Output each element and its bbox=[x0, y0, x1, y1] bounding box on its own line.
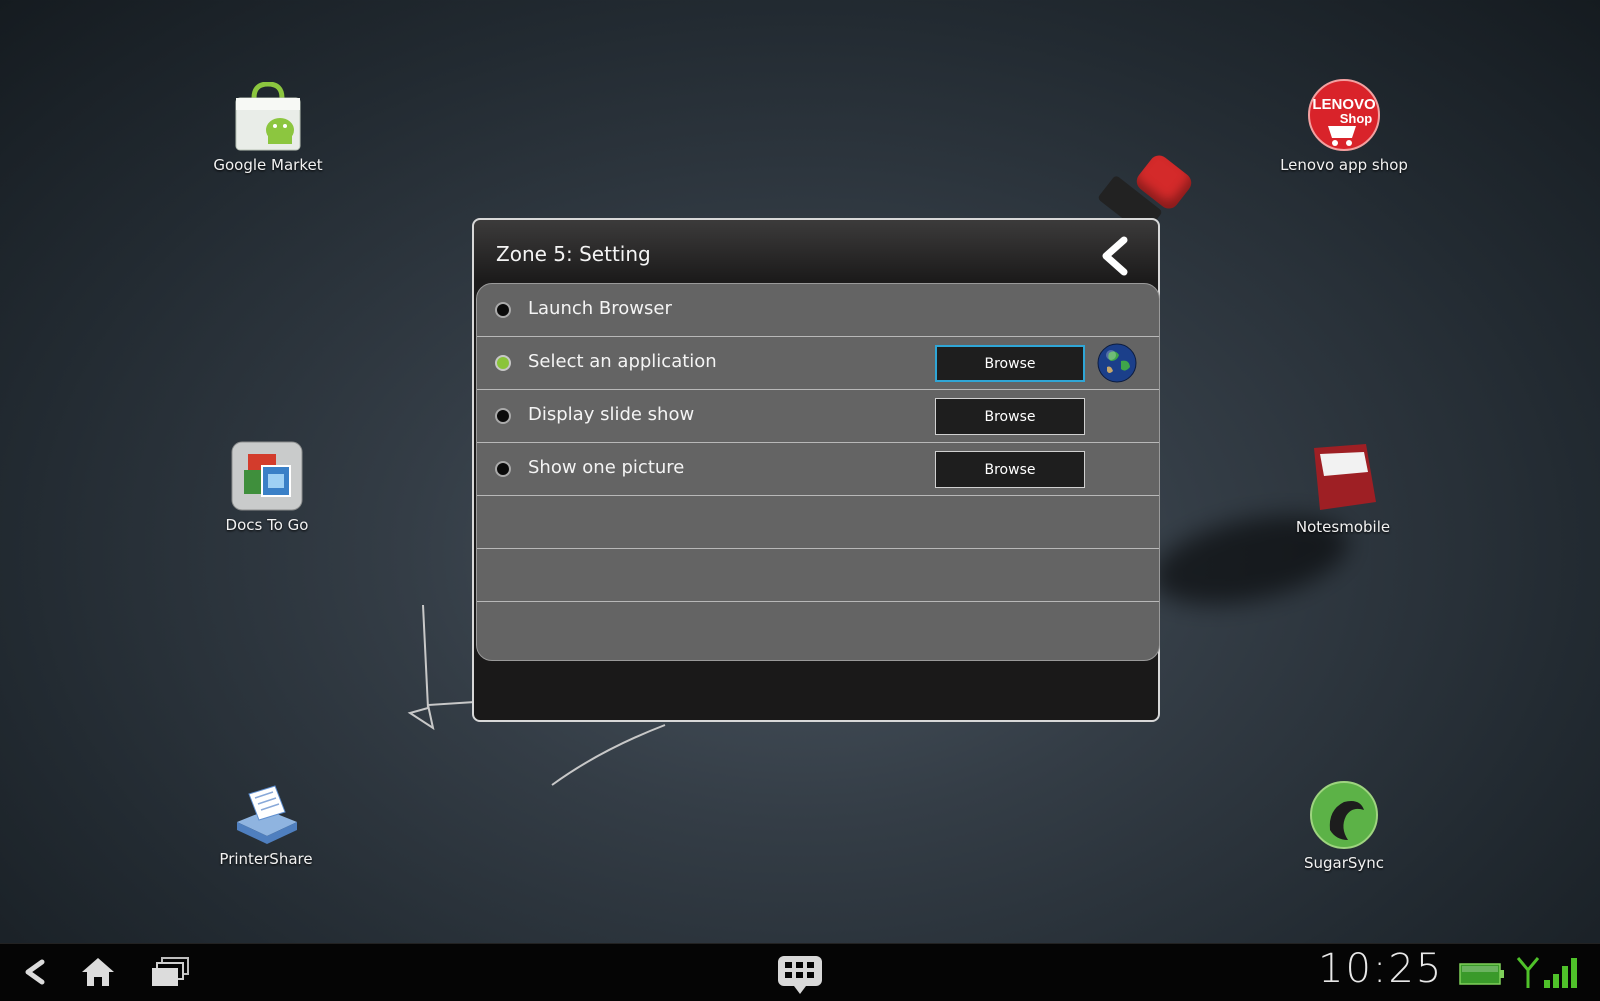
option-label: Launch Browser bbox=[528, 298, 672, 319]
status-clock: 10:25 bbox=[1318, 946, 1444, 992]
radio-launch-browser[interactable] bbox=[495, 302, 511, 318]
desktop-icon-label: SugarSync bbox=[1303, 854, 1385, 872]
home-icon bbox=[82, 958, 114, 986]
radio-select-application[interactable] bbox=[495, 355, 511, 371]
option-row-slide-show[interactable]: Display slide show Browse bbox=[477, 390, 1159, 443]
dialog-title: Zone 5: Setting bbox=[496, 242, 651, 266]
desktop-icon-sugarsync[interactable]: SugarSync bbox=[1254, 780, 1434, 872]
desktop-icon-notesmobile[interactable]: Notesmobile bbox=[1253, 442, 1433, 536]
desktop-icon-lenovo-shop[interactable]: LENOVO Shop Lenovo app shop bbox=[1254, 78, 1434, 174]
zone-setting-dialog: Zone 5: Setting Launch Browser Select an… bbox=[472, 218, 1160, 722]
battery-status bbox=[1458, 961, 1506, 991]
empty-row bbox=[477, 496, 1159, 549]
nav-keyboard-button[interactable] bbox=[776, 954, 824, 1000]
dialog-back-button[interactable] bbox=[1096, 236, 1136, 276]
notes-icon bbox=[1314, 444, 1376, 510]
option-label: Select an application bbox=[528, 351, 717, 372]
chevron-left-icon bbox=[1102, 236, 1128, 276]
shop-logo-text: Shop bbox=[1340, 111, 1373, 126]
nav-home-button[interactable] bbox=[80, 956, 116, 992]
desktop-icon-label: Notesmobile bbox=[1295, 518, 1391, 536]
system-navbar: 10:25 bbox=[0, 943, 1600, 1001]
browse-slideshow-button[interactable]: Browse bbox=[935, 398, 1085, 435]
empty-row bbox=[477, 549, 1159, 602]
signal-status bbox=[1514, 954, 1586, 994]
globe-icon[interactable] bbox=[1097, 343, 1137, 383]
option-label: Display slide show bbox=[528, 404, 695, 425]
printer-icon bbox=[237, 785, 297, 844]
zone-options-list: Launch Browser Select an application Bro… bbox=[476, 283, 1160, 661]
market-bag-icon bbox=[235, 82, 301, 151]
nav-back-button[interactable] bbox=[22, 958, 48, 990]
nav-recent-apps-button[interactable] bbox=[150, 956, 190, 992]
desktop-icon-label: Docs To Go bbox=[225, 516, 309, 534]
desktop-icon-google-market[interactable]: Google Market bbox=[178, 82, 358, 174]
desktop-icon-label: Google Market bbox=[213, 156, 323, 174]
radio-one-picture[interactable] bbox=[495, 461, 511, 477]
desktop-icon-label: Lenovo app shop bbox=[1280, 156, 1408, 174]
lenovo-shop-icon: LENOVO Shop bbox=[1308, 79, 1380, 151]
sugarsync-icon bbox=[1310, 781, 1378, 849]
back-icon bbox=[25, 959, 45, 985]
option-row-select-application[interactable]: Select an application Browse bbox=[477, 337, 1159, 390]
desktop-icon-printershare[interactable]: PrinterShare bbox=[176, 782, 356, 868]
desktop-icon-docs-to-go[interactable]: Docs To Go bbox=[177, 440, 357, 534]
browse-application-button[interactable]: Browse bbox=[935, 345, 1085, 382]
keyboard-icon bbox=[778, 956, 822, 994]
battery-icon bbox=[1459, 963, 1504, 985]
docs-to-go-icon bbox=[231, 441, 303, 511]
radio-slide-show[interactable] bbox=[495, 408, 511, 424]
desktop-icon-label: PrinterShare bbox=[219, 850, 313, 868]
option-row-one-picture[interactable]: Show one picture Browse bbox=[477, 443, 1159, 496]
recent-apps-icon bbox=[152, 957, 189, 986]
browse-picture-button[interactable]: Browse bbox=[935, 451, 1085, 488]
signal-icon bbox=[1516, 957, 1577, 988]
option-label: Show one picture bbox=[528, 457, 685, 478]
option-row-launch-browser[interactable]: Launch Browser bbox=[477, 284, 1159, 337]
empty-row bbox=[477, 602, 1159, 655]
